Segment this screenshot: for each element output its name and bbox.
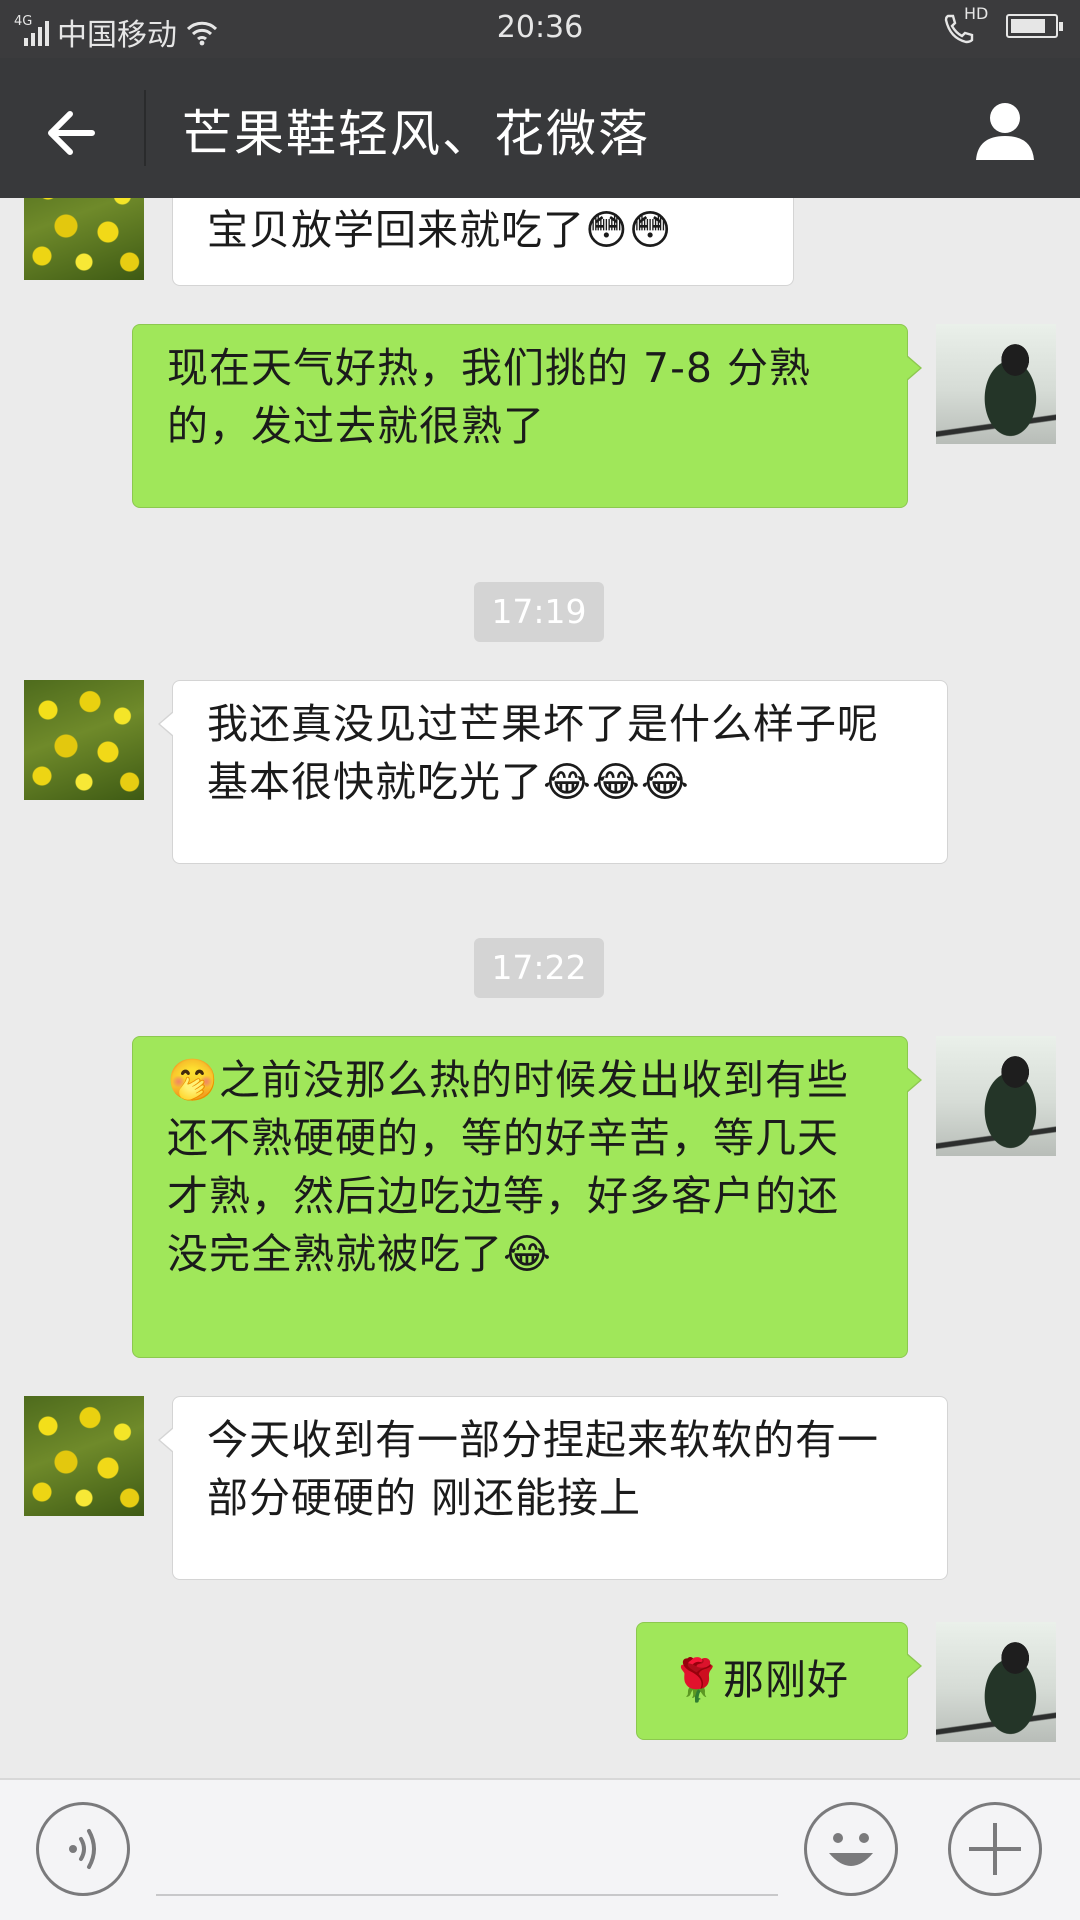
emoji-button[interactable]	[804, 1802, 898, 1896]
message-bubble-outgoing[interactable]: 🤭之前没那么热的时候发出收到有些还不熟硬硬的，等的好辛苦，等几天才熟，然后边吃边…	[132, 1036, 922, 1358]
status-time: 20:36	[496, 10, 584, 45]
title-divider	[144, 90, 146, 166]
battery-icon	[1006, 14, 1063, 38]
arrow-left-icon	[48, 111, 95, 155]
message-bubble-outgoing[interactable]: 🌹那刚好	[636, 1622, 922, 1740]
emoji-icon	[829, 1833, 873, 1866]
status-bar: 4G 中国移动 20:36 HD	[0, 0, 1080, 58]
title-bar: 芒果鞋轻风、花微落	[0, 58, 1080, 198]
voice-button[interactable]	[36, 1802, 130, 1896]
plus-icon	[969, 1823, 1021, 1875]
message-bubble-outgoing[interactable]: 现在天气好热，我们挑的 7-8 分熟的，发过去就很熟了	[132, 324, 922, 508]
friend-avatar[interactable]	[24, 1396, 144, 1516]
voice-icon	[69, 1829, 96, 1869]
back-button[interactable]	[40, 100, 106, 166]
my-avatar[interactable]	[936, 1036, 1056, 1156]
input-bar	[0, 1778, 1080, 1920]
message-bubble-incoming[interactable]: 我还真没见过芒果坏了是什么样子呢 基本很快就吃光了😂😂😂	[158, 680, 948, 864]
person-icon	[976, 103, 1034, 160]
friend-avatar[interactable]	[24, 680, 144, 800]
time-stamp: 17:22	[474, 938, 604, 998]
time-stamp: 17:19	[474, 582, 604, 642]
hd-badge: HD	[964, 4, 989, 23]
chat-title: 芒果鞋轻风、花微落	[182, 105, 650, 163]
message-input[interactable]	[156, 1802, 778, 1896]
battery-level	[1011, 19, 1045, 33]
more-button[interactable]	[948, 1802, 1042, 1896]
status-right: HD	[942, 4, 1063, 44]
hd-call-icon: HD	[942, 4, 988, 44]
my-avatar[interactable]	[936, 324, 1056, 444]
message-bubble-incoming[interactable]: 今天收到有一部分捏起来软软的有一部分硬硬的 刚还能接上	[158, 1396, 948, 1580]
my-avatar[interactable]	[936, 1622, 1056, 1742]
friend-avatar[interactable]	[24, 198, 144, 280]
message-list[interactable]: 宝贝放学回来就吃了😳😳 现在天气好热，我们挑的 7-8 分熟的，发过去就很熟了 …	[0, 198, 1080, 1778]
message-bubble-incoming[interactable]: 宝贝放学回来就吃了😳😳	[172, 198, 794, 286]
chat-info-button[interactable]	[970, 96, 1040, 166]
